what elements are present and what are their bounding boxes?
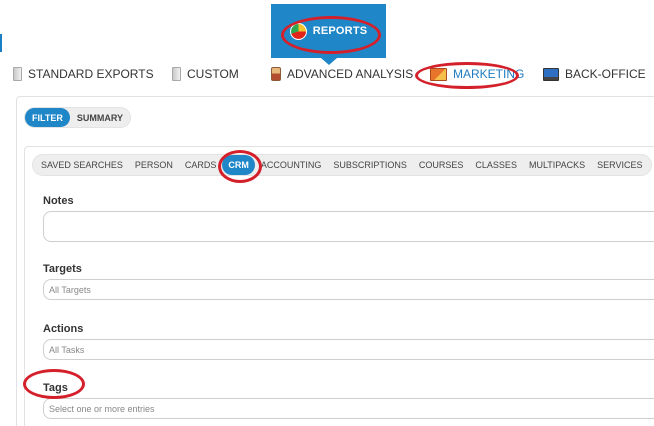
tags-select[interactable]: Select one or more entries — [43, 398, 654, 419]
notes-label: Notes — [43, 195, 74, 207]
subtab-subscriptions[interactable]: SUBSCRIPTIONS — [327, 155, 413, 175]
document-icon — [172, 67, 181, 81]
subtab-multipacks[interactable]: MULTIPACKS — [523, 155, 591, 175]
menu-marketing[interactable]: MARKETING — [430, 62, 524, 86]
mug-icon — [271, 67, 281, 81]
menu-label: ADVANCED ANALYSIS — [287, 67, 414, 81]
menu-advanced-analysis[interactable]: ADVANCED ANALYSIS — [271, 62, 413, 86]
top-menu: STANDARD EXPORTS CUSTOM ADVANCED ANALYSI… — [0, 62, 654, 86]
subtab-courses[interactable]: COURSES — [413, 155, 470, 175]
pie-chart-icon — [289, 22, 307, 40]
reports-label: REPORTS — [312, 25, 368, 37]
report-filter-panel: FILTER SUMMARY SAVED SEARCHES PERSON CAR… — [16, 96, 654, 426]
left-accent-bar — [0, 34, 2, 52]
marketing-icon — [430, 67, 447, 81]
subtab-person[interactable]: PERSON — [129, 155, 179, 175]
menu-label: BACK-OFFICE — [565, 67, 646, 81]
reports-tab[interactable]: REPORTS — [271, 4, 386, 65]
filter-toggle-button[interactable]: FILTER — [25, 108, 70, 127]
menu-back-office[interactable]: BACK-OFFICE — [543, 62, 646, 86]
targets-label: Targets — [43, 263, 82, 275]
computer-icon — [543, 67, 559, 81]
summary-toggle-button[interactable]: SUMMARY — [70, 108, 130, 127]
document-icon — [13, 67, 22, 81]
actions-label: Actions — [43, 323, 84, 335]
menu-label: MARKETING — [453, 67, 525, 81]
notes-input[interactable] — [43, 211, 654, 242]
filter-subtabs: SAVED SEARCHES PERSON CARDS CRM ACCOUNTI… — [32, 154, 652, 176]
menu-label: STANDARD EXPORTS — [28, 67, 154, 81]
menu-standard-exports[interactable]: STANDARD EXPORTS — [13, 62, 154, 86]
subtab-saved-searches[interactable]: SAVED SEARCHES — [35, 155, 129, 175]
actions-placeholder: All Tasks — [49, 344, 85, 355]
view-toggle: FILTER SUMMARY — [24, 107, 131, 128]
menu-label: CUSTOM — [187, 67, 239, 81]
menu-custom[interactable]: CUSTOM — [172, 62, 239, 86]
targets-select[interactable]: All Targets — [43, 279, 654, 300]
subtab-accounting[interactable]: ACCOUNTING — [255, 155, 328, 175]
subtab-cards[interactable]: CARDS — [179, 155, 223, 175]
tags-placeholder: Select one or more entries — [49, 403, 155, 414]
targets-placeholder: All Targets — [49, 284, 91, 295]
filter-form-panel: SAVED SEARCHES PERSON CARDS CRM ACCOUNTI… — [24, 146, 654, 426]
page: REPORTS STANDARD EXPORTS CUSTOM ADVANCED… — [0, 0, 654, 426]
actions-select[interactable]: All Tasks — [43, 339, 654, 360]
subtab-crm[interactable]: CRM — [222, 155, 255, 175]
subtab-classes[interactable]: CLASSES — [469, 155, 523, 175]
tags-label: Tags — [43, 382, 68, 394]
subtab-services[interactable]: SERVICES — [591, 155, 648, 175]
